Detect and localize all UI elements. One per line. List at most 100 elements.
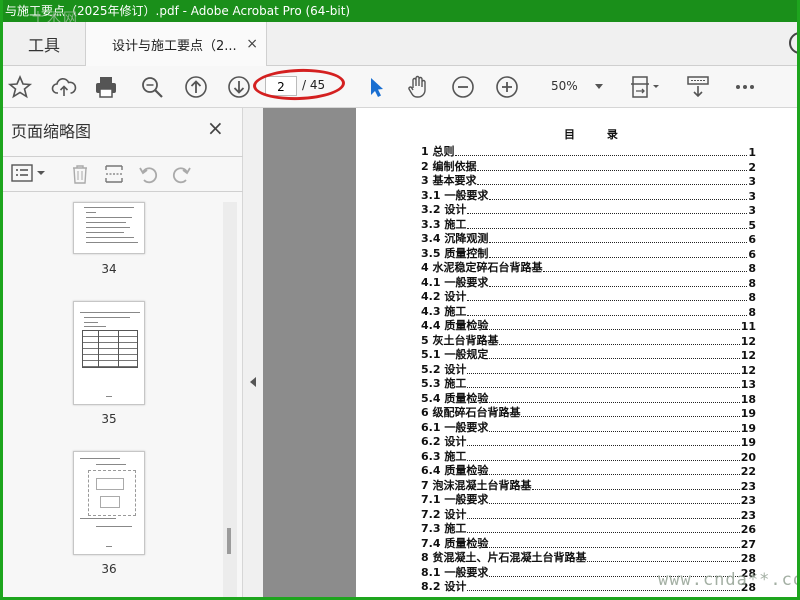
toc-leader-dots: [467, 445, 740, 446]
zoom-out-icon[interactable]: [450, 74, 476, 100]
toc-leader-dots: [489, 546, 740, 548]
rotate-left-icon[interactable]: [137, 163, 159, 185]
zoom-search-icon[interactable]: [139, 74, 165, 100]
toc-leader-dots: [489, 242, 748, 243]
help-icon[interactable]: [789, 32, 797, 54]
toc-leader-dots: [477, 184, 748, 185]
page-thumbnail[interactable]: [73, 301, 145, 405]
toc-leader-dots: [477, 169, 748, 171]
tab-bar: 工具 设计与施工要点（2... ×: [3, 22, 797, 66]
window-title-bar: 与施工要点（2025年修订）.pdf - Adobe Acrobat Pro (…: [3, 0, 797, 22]
toc-entry-page: 19: [740, 436, 756, 449]
toc-leader-dots: [521, 416, 740, 417]
toc-leader-dots: [532, 488, 740, 490]
toc-entry-page: 23: [740, 508, 756, 522]
zoom-level-value: 50%: [551, 79, 578, 93]
document-tab[interactable]: 设计与施工要点（2... ×: [85, 22, 267, 66]
toc-title: 目 录: [564, 128, 632, 141]
toc-entry-page: 8: [748, 291, 756, 304]
toc-entry-page: 3: [748, 204, 756, 217]
more-icon[interactable]: [732, 74, 758, 100]
main-toolbar: 2 / 45 50%: [3, 66, 797, 108]
tools-tab-label: 工具: [27, 36, 60, 55]
toc-leader-dots: [489, 401, 740, 403]
toc-entry-page: 6: [748, 233, 756, 246]
toc-entry-page: 12: [740, 334, 756, 348]
options-menu-icon[interactable]: [11, 163, 47, 185]
toc-leader-dots: [467, 590, 740, 591]
toc-entry-page: 1: [748, 146, 756, 159]
thumbnail-page-number: 36: [101, 562, 117, 576]
close-panel-icon[interactable]: ×: [207, 116, 224, 140]
print-icon[interactable]: [93, 74, 119, 100]
toc-leader-dots: [543, 271, 748, 272]
page-up-icon[interactable]: [183, 74, 209, 100]
document-tab-label: 设计与施工要点（2...: [112, 38, 237, 54]
toc-entry-label: 8.2 设计: [421, 580, 467, 593]
scrollbar-thumb[interactable]: [227, 528, 231, 554]
toc-leader-dots: [467, 372, 740, 374]
toc-leader-dots: [455, 155, 748, 156]
toc-leader-dots: [489, 198, 748, 200]
toc-entry[interactable]: 3.1 一般要求 3: [421, 189, 756, 203]
bookmark-star-icon[interactable]: [7, 74, 33, 100]
hand-tool-icon[interactable]: [405, 74, 431, 100]
zoom-level-select[interactable]: 50%: [539, 76, 609, 96]
close-tab-icon[interactable]: ×: [246, 36, 258, 52]
window-frame: 与施工要点（2025年修订）.pdf - Adobe Acrobat Pro (…: [0, 0, 800, 600]
page-down-icon[interactable]: [226, 74, 252, 100]
toc-leader-dots: [467, 459, 740, 461]
thumbnail-page-number: 35: [101, 412, 117, 426]
insert-page-icon[interactable]: [103, 163, 125, 185]
toc-entry[interactable]: 5.2 设计 12: [421, 363, 756, 377]
tools-tab[interactable]: 工具: [3, 22, 85, 66]
toc-entry-page: 27: [740, 537, 756, 551]
thumbnail-page-number: 34: [101, 262, 117, 276]
toc-leader-dots: [489, 430, 740, 432]
cloud-upload-icon[interactable]: [51, 74, 77, 100]
toc-leader-dots: [467, 387, 740, 388]
toc-entry[interactable]: 6.1 一般要求 19: [421, 421, 756, 435]
scroll-mode-icon[interactable]: [685, 74, 711, 100]
toc-entry[interactable]: 6.2 设计 19: [421, 435, 756, 449]
delete-page-icon[interactable]: [69, 163, 91, 185]
page-thumbnail[interactable]: [73, 451, 145, 555]
document-page: 目 录 1 总则 1 2 编制依据 2 3 基本要求 3 3.1 一般要求 3 3.2 设计 3 3…: [356, 108, 797, 597]
page-thumbnail[interactable]: [73, 202, 145, 254]
fit-page-icon[interactable]: [629, 74, 663, 100]
select-arrow-icon[interactable]: [363, 74, 389, 100]
toc-leader-dots: [467, 532, 740, 533]
toc-entry-page: 23: [740, 479, 756, 493]
red-annotation-oval: [252, 67, 346, 102]
chevron-down-icon: [595, 84, 603, 89]
toc-entry[interactable]: 7.1 一般要求 23: [421, 493, 756, 507]
panel-collapse-bar[interactable]: [243, 108, 263, 597]
toc-entry-page: 19: [740, 407, 756, 420]
toc-entry-page: 8: [748, 262, 756, 275]
document-background: [263, 108, 356, 597]
toc-entry[interactable]: 5.1 一般规定 12: [421, 348, 756, 362]
rotate-right-icon[interactable]: [171, 163, 193, 185]
panel-title: 页面缩略图: [11, 122, 92, 141]
toc-entry[interactable]: 3.2 设计 3: [421, 203, 756, 217]
toc-entry-page: 11: [740, 320, 756, 333]
toc-leader-dots: [489, 285, 748, 287]
toc-entry[interactable]: 4.1 一般要求 8: [421, 276, 756, 290]
toc-entry-page: 12: [740, 363, 756, 377]
zoom-in-icon[interactable]: [494, 74, 520, 100]
collapse-arrow-icon[interactable]: [250, 377, 256, 387]
toc-entry-page: 12: [740, 349, 756, 362]
toc-leader-dots: [587, 561, 740, 562]
toc-entry[interactable]: 7.2 设计 23: [421, 508, 756, 522]
toc-leader-dots: [499, 343, 740, 345]
toc-leader-dots: [489, 358, 740, 359]
toc-entry-page: 20: [740, 450, 756, 464]
toc-leader-dots: [489, 256, 748, 258]
toc-entry[interactable]: 4.2 设计 8: [421, 290, 756, 304]
toc-entry-page: 5: [748, 218, 756, 232]
toc-entry-page: 8: [748, 305, 756, 319]
toc-entry-page: 18: [740, 392, 756, 406]
toc-entry-page: 3: [748, 175, 756, 188]
toc-entry-page: 22: [740, 465, 756, 478]
toc-leader-dots: [467, 314, 748, 316]
